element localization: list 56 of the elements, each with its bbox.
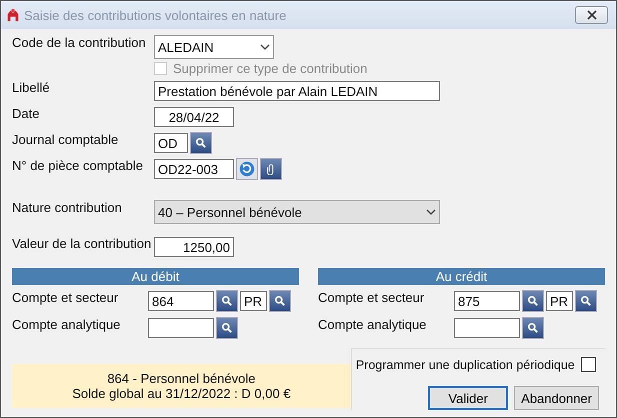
account-field[interactable]: 875 <box>454 291 520 311</box>
search-button[interactable] <box>575 290 597 312</box>
checkbox-label: Supprimer ce type de contribution <box>173 60 368 76</box>
search-button[interactable] <box>522 290 544 312</box>
dialog-button[interactable]: Abandonner <box>514 386 599 410</box>
field-label: Compte et secteur <box>12 290 120 305</box>
field-label: Libellé <box>12 80 51 95</box>
app-logo-icon <box>6 8 20 22</box>
section-header: Au crédit <box>318 268 605 285</box>
info-text: Solde global au 31/12/2022 : D 0,00 € <box>72 386 291 401</box>
nature-dropdown[interactable]: 40 – Personnel bénévole <box>154 200 440 224</box>
search-icon <box>221 322 233 334</box>
checkbox[interactable] <box>580 357 596 372</box>
field-label: Valeur de la contribution <box>12 236 152 251</box>
search-icon <box>527 322 539 334</box>
close-button[interactable] <box>575 6 608 24</box>
chevron-down-icon <box>260 44 270 50</box>
search-button[interactable] <box>216 317 238 339</box>
search-icon <box>274 295 286 307</box>
dialog-button[interactable]: Valider <box>428 386 508 410</box>
date-field[interactable]: 28/04/22 <box>154 107 234 127</box>
field-label: Compte analytique <box>12 317 122 332</box>
search-icon <box>195 137 207 149</box>
window-title: Saisie des contributions volontaires en nature <box>24 8 288 22</box>
search-button[interactable] <box>522 317 544 339</box>
sector-field[interactable]: PR <box>240 291 267 311</box>
search-icon <box>580 295 592 307</box>
account-field[interactable]: 864 <box>148 291 214 311</box>
sector-field[interactable]: PR <box>546 291 573 311</box>
search-icon <box>527 295 539 307</box>
analytic-field[interactable] <box>148 318 214 338</box>
attachment-button[interactable] <box>260 158 282 180</box>
search-button[interactable] <box>216 290 238 312</box>
chevron-down-icon <box>426 209 436 215</box>
valeur-field[interactable]: 1250,00 <box>154 237 234 257</box>
analytic-field[interactable] <box>454 318 520 338</box>
journal-field[interactable]: OD <box>154 133 188 153</box>
field-label: Nature contribution <box>12 200 123 215</box>
code-dropdown[interactable]: ALEDAIN <box>154 35 274 59</box>
close-icon <box>586 10 596 20</box>
field-label: N° de pièce comptable <box>12 158 144 173</box>
piece-field[interactable]: OD22-003 <box>154 159 234 179</box>
field-label: Compte analytique <box>318 317 428 332</box>
field-label: Compte et secteur <box>318 290 426 305</box>
field-label: Date <box>12 106 40 121</box>
section-header: Au débit <box>12 268 299 285</box>
refresh-icon <box>238 160 256 178</box>
search-button[interactable] <box>190 132 212 154</box>
field-label: Journal comptable <box>12 132 120 147</box>
refresh-button[interactable] <box>236 158 258 180</box>
libelle-field[interactable]: Prestation bénévole par Alain LEDAIN <box>154 81 440 101</box>
search-icon <box>221 295 233 307</box>
search-button[interactable] <box>269 290 291 312</box>
checkbox-label: Programmer une duplication périodique <box>356 358 575 372</box>
info-text: 864 - Personnel bénévole <box>107 371 256 386</box>
field-label: Code de la contribution <box>12 35 147 50</box>
